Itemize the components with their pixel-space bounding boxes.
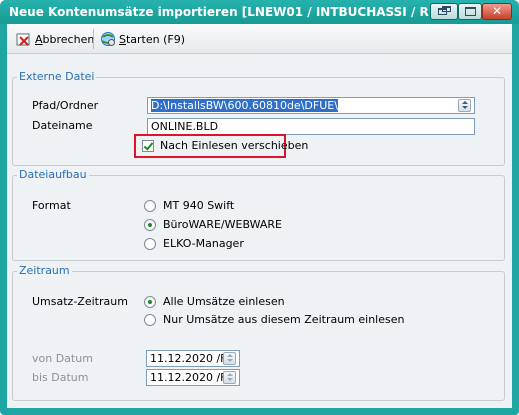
close-button[interactable]: ✕ (482, 3, 512, 20)
format-radio-mt940[interactable] (144, 200, 156, 212)
format-option-bueroware[interactable]: BüroWARE/WEBWARE (163, 218, 282, 231)
cancel-icon (16, 31, 32, 47)
externe-datei-group: Externe Datei Pfad/Ordner D:\InstallsBW\… (12, 70, 505, 166)
move-checkbox[interactable] (142, 140, 154, 152)
path-spin-icon[interactable] (458, 99, 471, 112)
filename-value: ONLINE.BLD (151, 120, 219, 133)
restore-button[interactable] (430, 3, 458, 20)
toolbar: Abbrechen Starten (F9) (7, 24, 512, 54)
to-date-label: bis Datum (32, 371, 89, 384)
start-icon (100, 31, 116, 47)
from-date-label: von Datum (32, 352, 93, 365)
cancel-button[interactable]: Abbrechen (16, 29, 94, 49)
close-icon: ✕ (492, 4, 503, 18)
range-option-all[interactable]: Alle Umsätze einlesen (163, 295, 285, 308)
title-bar[interactable]: Neue Kontenumsätze importieren [LNEW01 /… (0, 0, 519, 24)
range-radio-period[interactable] (144, 314, 156, 326)
format-option-elko[interactable]: ELKO-Manager (163, 237, 244, 250)
start-button[interactable]: Starten (F9) (100, 29, 185, 49)
format-label: Format (32, 199, 71, 212)
maximize-icon (465, 7, 476, 16)
from-date-value: 11.12.2020 /Fr (150, 352, 231, 365)
start-label: tarten (F9) (125, 32, 186, 46)
window-title: Neue Kontenumsätze importieren [LNEW01 /… (9, 5, 429, 19)
start-hotkey: S (119, 32, 126, 46)
path-value: D:\InstallsBW\600.60810de\DFUE\ (151, 99, 338, 112)
move-checkbox-label[interactable]: Nach Einlesen verschieben (160, 139, 308, 152)
range-option-period[interactable]: Nur Umsätze aus diesem Zeitraum einlesen (163, 313, 404, 326)
toolbar-separator (93, 29, 94, 49)
from-date-spin-icon[interactable] (223, 352, 236, 365)
to-date-spin-icon[interactable] (223, 371, 236, 384)
filename-input[interactable]: ONLINE.BLD (147, 118, 475, 135)
dateiaufbau-group: Dateiaufbau Format MT 940 Swift BüroWARE… (12, 168, 505, 261)
to-date-value: 11.12.2020 /Fr (150, 371, 231, 384)
maximize-button[interactable] (458, 3, 482, 20)
range-label: Umsatz-Zeitraum (32, 295, 128, 308)
format-option-mt940[interactable]: MT 940 Swift (163, 199, 234, 212)
path-input[interactable]: D:\InstallsBW\600.60810de\DFUE\ (147, 97, 475, 114)
format-radio-elko[interactable] (144, 238, 156, 250)
dateiaufbau-legend: Dateiaufbau (17, 168, 89, 181)
dialog-window: Neue Kontenumsätze importieren [LNEW01 /… (0, 0, 519, 415)
range-radio-all[interactable] (144, 296, 156, 308)
path-label: Pfad/Ordner (32, 99, 99, 112)
externe-datei-legend: Externe Datei (17, 70, 97, 83)
filename-label: Dateiname (32, 119, 93, 132)
zeitraum-group: Zeitraum Umsatz-Zeitraum Alle Umsätze ei… (12, 264, 505, 401)
content-area: Externe Datei Pfad/Ordner D:\InstallsBW\… (7, 55, 512, 408)
zeitraum-legend: Zeitraum (17, 264, 72, 277)
to-date-input[interactable]: 11.12.2020 /Fr (146, 369, 240, 386)
format-radio-bueroware[interactable] (144, 219, 156, 231)
cancel-label: bbrechen (42, 32, 95, 46)
from-date-input[interactable]: 11.12.2020 /Fr (146, 350, 240, 367)
cancel-hotkey: A (35, 32, 43, 46)
dialog-client: Abbrechen Starten (F9) Externe Datei Pfa… (7, 24, 512, 408)
